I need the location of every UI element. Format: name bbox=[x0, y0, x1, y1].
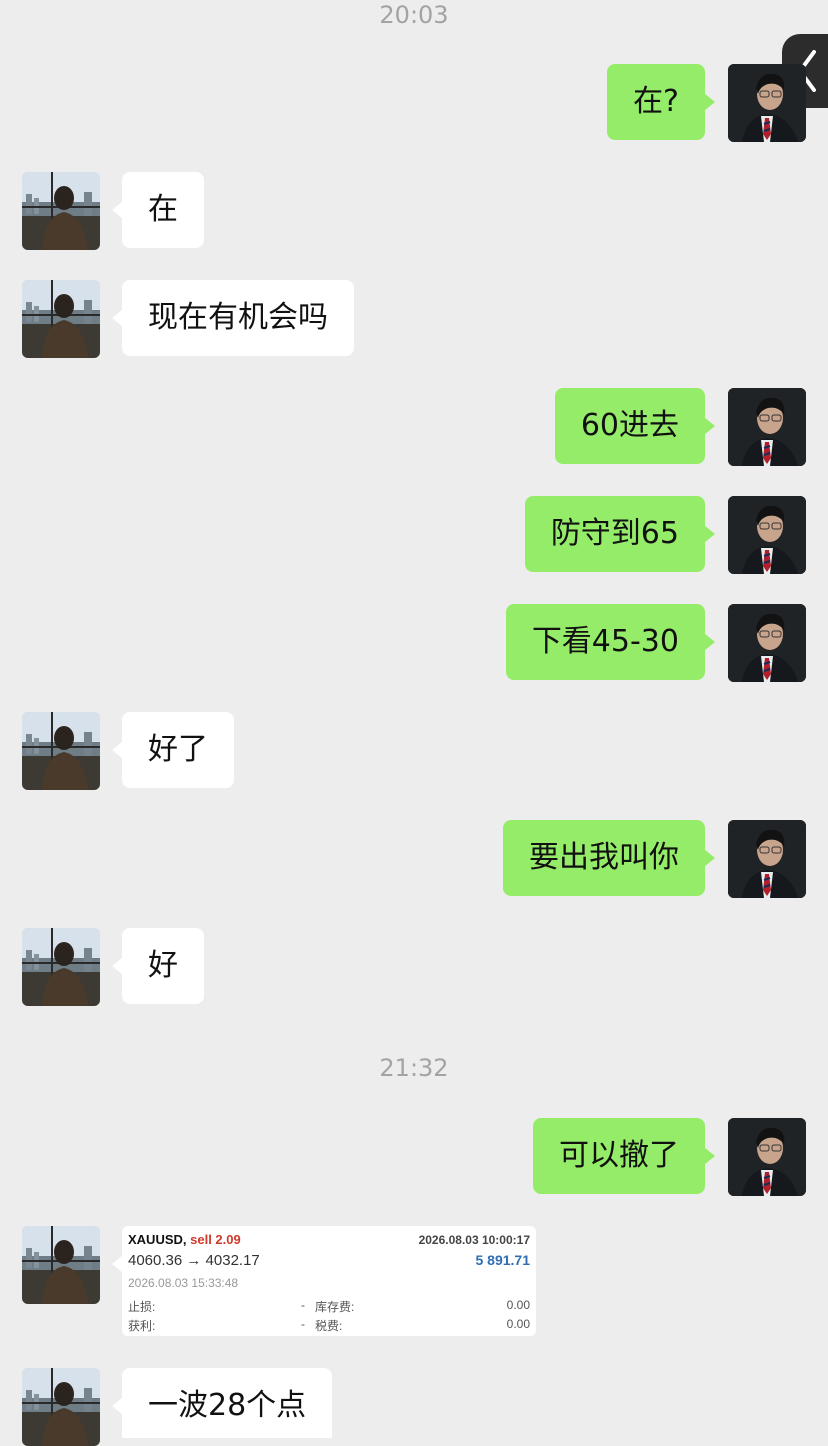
avatar-contact[interactable] bbox=[22, 172, 100, 250]
avatar-contact[interactable] bbox=[22, 712, 100, 790]
avatar-self[interactable] bbox=[728, 496, 806, 574]
trade-screenshot-message[interactable]: XAUUSD, sell 2.09 2026.08.03 10:00:17 40… bbox=[112, 1226, 536, 1336]
chat-view: 20:03 在? 在 现在有机会吗 60进去 防守到65 下看45-30 好了 … bbox=[0, 0, 828, 1446]
tax-value: 0.00 bbox=[506, 1317, 530, 1331]
avatar-self[interactable] bbox=[728, 388, 806, 466]
message-bubble-outgoing[interactable]: 防守到65 bbox=[524, 496, 716, 572]
stop-loss-label: 止损: bbox=[128, 1300, 156, 1314]
take-profit-value: - bbox=[301, 1317, 305, 1331]
message-bubble-incoming[interactable]: 一波28个点 bbox=[111, 1368, 333, 1438]
timestamp: 20:03 bbox=[379, 1, 449, 29]
trade-close-time: 2026.08.03 15:33:48 bbox=[128, 1276, 239, 1290]
stop-loss-value: - bbox=[301, 1298, 305, 1312]
swap-label: 库存费: bbox=[315, 1300, 355, 1314]
avatar-contact[interactable] bbox=[22, 280, 100, 358]
message-bubble-incoming[interactable]: 现在有机会吗 bbox=[112, 280, 354, 356]
trade-side-lots: sell 2.09 bbox=[190, 1232, 241, 1247]
tax-label: 税费: bbox=[315, 1319, 343, 1333]
avatar-contact[interactable] bbox=[22, 1368, 100, 1446]
avatar-self[interactable] bbox=[728, 604, 806, 682]
avatar-contact[interactable] bbox=[22, 1226, 100, 1304]
trade-profit: 5 891.71 bbox=[475, 1252, 531, 1268]
avatar-contact[interactable] bbox=[22, 928, 100, 1006]
take-profit-label: 获利: bbox=[128, 1319, 156, 1333]
message-bubble-outgoing[interactable]: 60进去 bbox=[554, 388, 716, 464]
message-bubble-outgoing[interactable]: 在? bbox=[607, 64, 715, 140]
timestamp: 21:32 bbox=[379, 1054, 449, 1082]
avatar-self[interactable] bbox=[728, 820, 806, 898]
swap-value: 0.00 bbox=[506, 1298, 530, 1312]
message-bubble-incoming[interactable]: 好 bbox=[112, 928, 204, 1004]
avatar-self[interactable] bbox=[728, 64, 806, 142]
trade-open-time: 2026.08.03 10:00:17 bbox=[418, 1233, 530, 1247]
message-bubble-outgoing[interactable]: 要出我叫你 bbox=[503, 820, 715, 896]
message-bubble-incoming[interactable]: 在 bbox=[112, 172, 204, 248]
avatar-self[interactable] bbox=[728, 1118, 806, 1196]
message-bubble-incoming[interactable]: 好了 bbox=[112, 712, 234, 788]
message-bubble-outgoing[interactable]: 下看45-30 bbox=[505, 604, 716, 680]
message-bubble-outgoing[interactable]: 可以撤了 bbox=[533, 1118, 715, 1194]
trade-prices: 4060.36 → 4032.17 bbox=[128, 1252, 260, 1269]
trade-symbol: XAUUSD, sell 2.09 bbox=[128, 1232, 241, 1247]
